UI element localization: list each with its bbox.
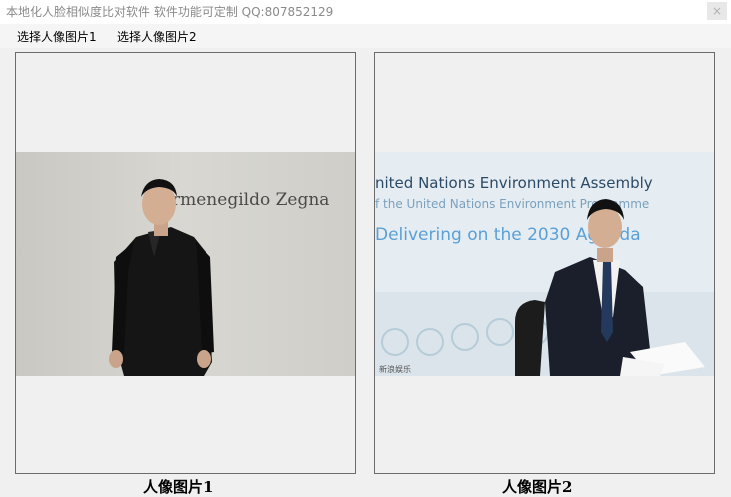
portrait-photo-2: nited Nations Environment Assembly f the… [375,152,714,376]
select-image1-menu[interactable]: 选择人像图片1 [17,28,97,45]
title-bar: 本地化人脸相似度比对软件 软件功能可定制 QQ:807852129 × [0,0,731,24]
select-image2-menu[interactable]: 选择人像图片2 [117,28,197,45]
sina-watermark: 新浪娱乐 [379,364,411,374]
window-title: 本地化人脸相似度比对软件 软件功能可定制 QQ:807852129 [6,5,334,19]
image-panel-1[interactable]: rmenegildo Zegna [15,52,356,474]
menu-bar: 选择人像图片1 选择人像图片2 [0,24,731,48]
portrait-photo-1: rmenegildo Zegna [16,152,355,376]
zegna-backdrop-text: rmenegildo Zegna [172,190,329,210]
close-button[interactable]: × [707,2,727,20]
banner-line-1: nited Nations Environment Assembly [375,174,653,192]
image-panel-2[interactable]: nited Nations Environment Assembly f the… [374,52,715,474]
close-icon: × [711,4,723,18]
